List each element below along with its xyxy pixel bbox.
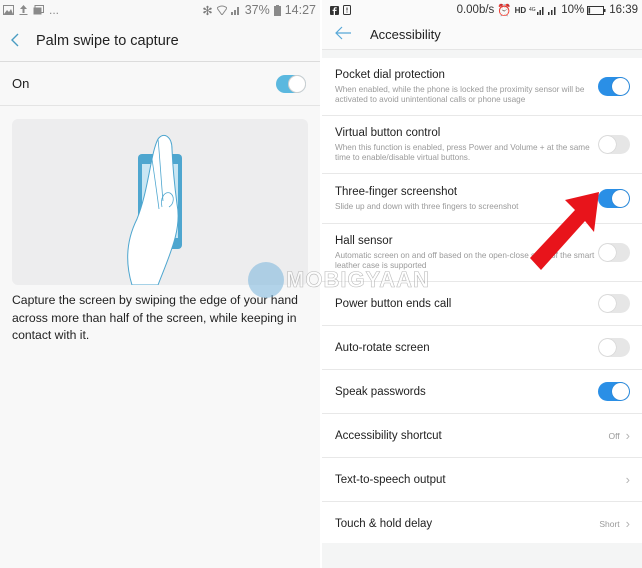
- settings-list: Pocket dial protection When enabled, whil…: [322, 58, 642, 546]
- wifi-icon: [216, 5, 227, 15]
- signal-icon: [548, 7, 556, 15]
- setting-title: Auto-rotate screen: [335, 341, 430, 354]
- palm-swipe-screen: ... ✻ 37% 14:27 Palm swipe to capture On: [0, 0, 320, 568]
- auto-rotate-toggle[interactable]: [598, 338, 630, 357]
- palm-swipe-toggle-row[interactable]: On: [0, 62, 320, 106]
- status-bar: 0.00b/s ⏰ HD 4G 10% 16:39: [322, 0, 642, 20]
- feature-description: Capture the screen by swiping the edge o…: [12, 293, 298, 342]
- alarm-icon: ⏰: [497, 5, 512, 17]
- setting-value: Short: [599, 518, 620, 529]
- arrow-left-icon: [335, 26, 351, 40]
- setting-accessibility-shortcut[interactable]: Accessibility shortcut Off ›: [322, 414, 642, 458]
- power-button-ends-call-toggle[interactable]: [598, 294, 630, 313]
- setting-value: Off: [608, 430, 620, 441]
- toggle-knob: [288, 74, 306, 93]
- page-title: Palm swipe to capture: [36, 32, 179, 49]
- bluetooth-icon: ✻: [202, 3, 213, 18]
- three-finger-toggle[interactable]: [598, 189, 630, 208]
- accessibility-screen: 0.00b/s ⏰ HD 4G 10% 16:39 Accessibility …: [320, 0, 642, 568]
- pocket-dial-toggle[interactable]: [598, 77, 630, 96]
- section-gap: [322, 50, 642, 58]
- setting-title: Text-to-speech output: [335, 473, 446, 486]
- network-speed: 0.00b/s: [456, 4, 495, 16]
- 4g-signal-icon: 4G: [529, 7, 544, 15]
- page-title: Accessibility: [370, 27, 441, 42]
- signal-icon: [230, 7, 239, 15]
- battery-icon: [587, 5, 606, 15]
- notification-icon: [343, 5, 351, 15]
- setting-three-finger-screenshot[interactable]: Three-finger screenshot Slide up and down…: [322, 174, 642, 224]
- setting-touch-hold-delay[interactable]: Touch & hold delay Short ›: [322, 502, 642, 546]
- back-button[interactable]: [10, 32, 30, 50]
- battery-icon: [273, 4, 281, 16]
- setting-title: Three-finger screenshot: [335, 185, 458, 198]
- speak-passwords-toggle[interactable]: [598, 382, 630, 401]
- screenshot-composite: ... ✻ 37% 14:27 Palm swipe to capture On: [0, 0, 642, 568]
- app-bar: Palm swipe to capture: [0, 20, 320, 62]
- list-footer-background: [322, 543, 642, 568]
- toggle-knob: [599, 136, 616, 153]
- setting-subtitle: When this function is enabled, press Pow…: [335, 142, 590, 162]
- clock: 14:27: [284, 3, 316, 17]
- palm-swipe-toggle[interactable]: [276, 74, 306, 93]
- setting-title: Power button ends call: [335, 297, 452, 310]
- setting-subtitle: Automatic screen on and off based on the…: [335, 250, 595, 270]
- battery-percent: 10%: [561, 4, 585, 16]
- setting-virtual-button-control[interactable]: Virtual button control When this function…: [322, 116, 642, 174]
- setting-hall-sensor[interactable]: Hall sensor Automatic screen on and off b…: [322, 224, 642, 282]
- toggle-knob: [612, 190, 629, 207]
- upload-icon: [19, 5, 28, 15]
- setting-pocket-dial-protection[interactable]: Pocket dial protection When enabled, whil…: [322, 58, 642, 116]
- clock: 16:39: [609, 4, 638, 16]
- setting-title: Virtual button control: [335, 126, 441, 139]
- setting-title: Speak passwords: [335, 385, 426, 398]
- chevron-right-icon: ›: [625, 516, 630, 531]
- toggle-knob: [612, 383, 629, 400]
- hand-shape: [127, 134, 179, 285]
- setting-subtitle: Slide up and down with three fingers to …: [335, 201, 519, 211]
- setting-auto-rotate-screen[interactable]: Auto-rotate screen: [322, 326, 642, 370]
- image-icon: [3, 5, 14, 15]
- virtual-button-toggle[interactable]: [598, 135, 630, 154]
- setting-speak-passwords[interactable]: Speak passwords: [322, 370, 642, 414]
- setting-title: Hall sensor: [335, 234, 393, 247]
- chevron-right-icon: ›: [625, 428, 630, 443]
- more-notifications: ...: [49, 3, 60, 17]
- hand-swipe-illustration: [127, 134, 182, 285]
- toggle-label: On: [12, 76, 30, 91]
- app-bar: Accessibility: [322, 20, 642, 50]
- toggle-knob: [612, 78, 629, 95]
- setting-text-to-speech-output[interactable]: Text-to-speech output ›: [322, 458, 642, 502]
- battery-percent: 37%: [244, 3, 270, 17]
- svg-text:4G: 4G: [529, 7, 536, 13]
- facebook-icon: [330, 5, 339, 15]
- hd-icon: HD: [514, 5, 527, 15]
- status-bar: ... ✻ 37% 14:27: [0, 0, 320, 20]
- hall-sensor-toggle[interactable]: [598, 243, 630, 262]
- setting-title: Touch & hold delay: [335, 517, 433, 530]
- setting-title: Pocket dial protection: [335, 68, 445, 81]
- toggle-knob: [599, 295, 616, 312]
- toggle-knob: [599, 244, 616, 261]
- back-button[interactable]: [334, 24, 356, 45]
- setting-title: Accessibility shortcut: [335, 429, 442, 442]
- palm-swipe-illustration: [12, 119, 308, 285]
- chevron-right-icon: ›: [625, 472, 630, 487]
- toggle-knob: [599, 339, 616, 356]
- screenshot-icon: [33, 5, 44, 15]
- setting-subtitle: When enabled, while the phone is locked …: [335, 84, 585, 104]
- setting-power-button-ends-call[interactable]: Power button ends call: [322, 282, 642, 326]
- chevron-left-icon: [11, 33, 19, 46]
